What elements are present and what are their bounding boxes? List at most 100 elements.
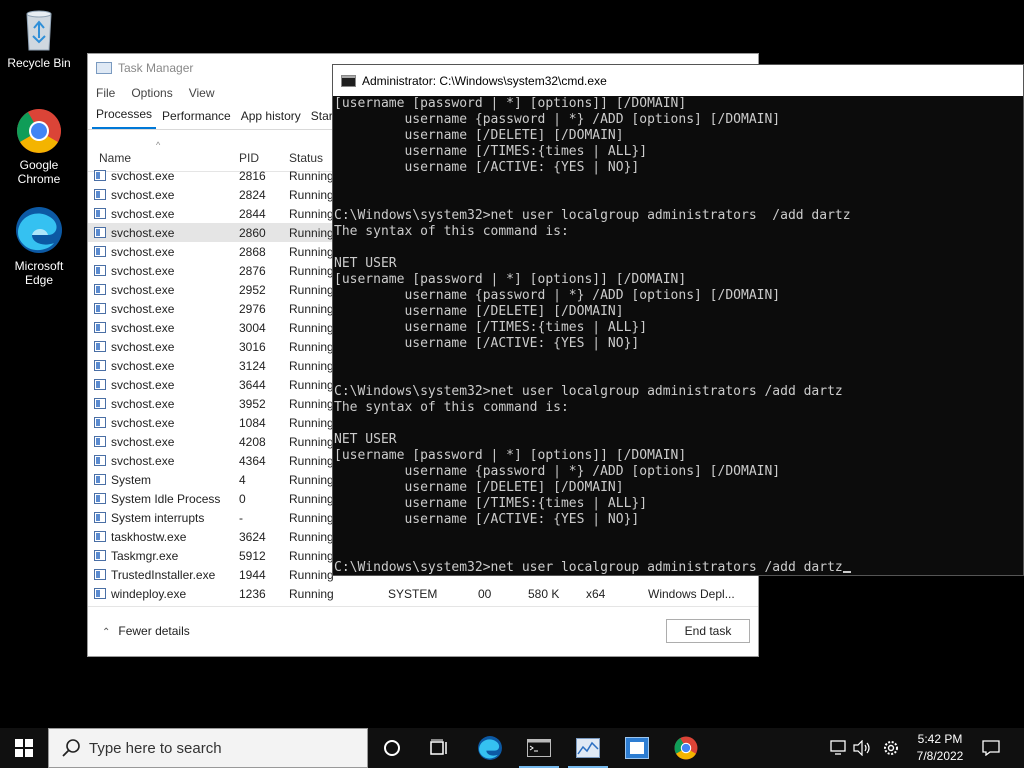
taskbar-edge[interactable] bbox=[466, 728, 514, 768]
task-manager-icon bbox=[576, 738, 600, 758]
cell-status: Running bbox=[289, 397, 334, 411]
tab-processes[interactable]: Processes bbox=[92, 107, 157, 129]
task-view-icon bbox=[430, 739, 447, 755]
menu-view[interactable]: View bbox=[189, 86, 215, 100]
desktop-icon-microsoft-edge[interactable]: Microsoft Edge bbox=[1, 205, 77, 287]
start-button[interactable] bbox=[0, 728, 48, 768]
column-name[interactable]: Name bbox=[99, 151, 131, 165]
cell-pid: 4364 bbox=[239, 454, 266, 468]
cell-name: svchost.exe bbox=[111, 207, 175, 221]
network-icon[interactable] bbox=[828, 728, 850, 768]
cell-pid: 0 bbox=[239, 492, 246, 506]
cell-pid: 5912 bbox=[239, 549, 266, 563]
console-line: username {password | *} /ADD [options] [… bbox=[334, 112, 781, 127]
settings-icon[interactable] bbox=[879, 728, 903, 768]
cell-status: Running bbox=[289, 321, 334, 335]
taskbar: Type here to search 5:42 PM 7/8/2022 bbox=[0, 728, 1024, 768]
desktop-icon-label: Microsoft Edge bbox=[14, 259, 64, 287]
task-view-button[interactable] bbox=[416, 728, 464, 768]
cell-pid: 2860 bbox=[239, 226, 266, 240]
console-line: username [/DELETE] [/DOMAIN] bbox=[334, 128, 624, 143]
text-cursor bbox=[842, 571, 851, 573]
taskbar-file-explorer[interactable] bbox=[613, 728, 661, 768]
taskbar-clock[interactable]: 5:42 PM 7/8/2022 bbox=[908, 731, 972, 765]
cell-memory: 580 K bbox=[528, 587, 560, 601]
desktop-icon-recycle-bin[interactable]: Recycle Bin bbox=[1, 8, 77, 70]
process-icon bbox=[94, 246, 106, 257]
taskbar-task-manager[interactable] bbox=[564, 728, 612, 768]
cell-name: System bbox=[111, 473, 152, 487]
tab-app-history[interactable]: App history bbox=[237, 109, 305, 129]
process-icon bbox=[94, 550, 106, 561]
cell-status: Running bbox=[289, 226, 334, 240]
process-icon bbox=[94, 341, 106, 352]
cell-pid: 3124 bbox=[239, 359, 266, 373]
menu-file[interactable]: File bbox=[96, 86, 115, 100]
cell-name: svchost.exe bbox=[111, 435, 175, 449]
cell-name: svchost.exe bbox=[111, 188, 175, 202]
console-line: username [/DELETE] [/DOMAIN] bbox=[334, 304, 624, 319]
cell-status: Running bbox=[289, 302, 334, 316]
console-line: [username [password | *] [options]] [/DO… bbox=[334, 96, 687, 111]
column-pid[interactable]: PID bbox=[239, 151, 259, 165]
cell-status: Running bbox=[289, 169, 334, 183]
process-icon bbox=[94, 360, 106, 371]
cell-status: Running bbox=[289, 454, 334, 468]
cell-name: Taskmgr.exe bbox=[111, 549, 179, 563]
process-icon bbox=[94, 588, 106, 599]
cell-name: taskhostw.exe bbox=[111, 530, 187, 544]
volume-icon[interactable] bbox=[852, 728, 874, 768]
console-line: NET USER bbox=[334, 256, 397, 271]
cell-status: Running bbox=[289, 378, 334, 392]
cell-status: Running bbox=[289, 587, 334, 601]
taskbar-command-prompt[interactable] bbox=[515, 728, 563, 768]
tab-performance[interactable]: Performance bbox=[158, 109, 235, 129]
cortana-button[interactable] bbox=[368, 728, 416, 768]
sort-arrow-icon: ^ bbox=[156, 140, 161, 150]
process-icon bbox=[94, 189, 106, 200]
cell-name: svchost.exe bbox=[111, 359, 175, 373]
cell-pid: - bbox=[239, 511, 243, 525]
notification-icon[interactable] bbox=[978, 728, 1004, 768]
cmd-titlebar[interactable]: Administrator: C:\Windows\system32\cmd.e… bbox=[333, 65, 1023, 96]
cell-pid: 3004 bbox=[239, 321, 266, 335]
cell-name: svchost.exe bbox=[111, 264, 175, 278]
cell-pid: 2952 bbox=[239, 283, 266, 297]
console-line: The syntax of this command is: bbox=[334, 224, 569, 239]
end-task-button[interactable]: End task bbox=[666, 619, 750, 643]
fewer-details-button[interactable]: ⌃ Fewer details bbox=[102, 624, 190, 638]
cell-status: Running bbox=[289, 435, 334, 449]
command-prompt-icon bbox=[527, 739, 551, 757]
command-prompt-window[interactable]: Administrator: C:\Windows\system32\cmd.e… bbox=[332, 64, 1024, 576]
process-icon bbox=[94, 493, 106, 504]
search-placeholder: Type here to search bbox=[89, 739, 222, 757]
cell-name: svchost.exe bbox=[111, 283, 175, 297]
cell-status: Running bbox=[289, 245, 334, 259]
process-icon bbox=[94, 379, 106, 390]
process-icon bbox=[94, 170, 106, 181]
cell-status: Running bbox=[289, 473, 334, 487]
console-output[interactable]: [username [password | *] [options]] [/DO… bbox=[334, 96, 1024, 575]
console-line: username {password | *} /ADD [options] [… bbox=[334, 464, 781, 479]
cell-name: svchost.exe bbox=[111, 321, 175, 335]
clock-time: 5:42 PM bbox=[917, 732, 963, 746]
menu-options[interactable]: Options bbox=[131, 86, 172, 100]
taskbar-google-chrome[interactable] bbox=[662, 728, 710, 768]
column-status[interactable]: Status bbox=[289, 151, 323, 165]
edge-icon bbox=[478, 736, 502, 760]
table-row[interactable]: windeploy.exe 1236 Running SYSTEM 00 580 K x64… bbox=[88, 584, 758, 603]
window-title: Task Manager bbox=[118, 61, 194, 75]
console-line: username [/TIMES:{times | ALL}] bbox=[334, 144, 648, 159]
process-icon bbox=[94, 284, 106, 295]
process-icon bbox=[94, 265, 106, 276]
chrome-icon bbox=[17, 109, 61, 153]
cell-pid: 2976 bbox=[239, 302, 266, 316]
process-icon bbox=[94, 303, 106, 314]
fewer-details-label: Fewer details bbox=[118, 624, 190, 638]
console-line: username [/DELETE] [/DOMAIN] bbox=[334, 480, 624, 495]
clock-date: 7/8/2022 bbox=[916, 749, 964, 763]
desktop-icon-google-chrome[interactable]: Google Chrome bbox=[1, 108, 77, 186]
taskbar-search-box[interactable]: Type here to search bbox=[48, 728, 368, 768]
task-manager-icon bbox=[96, 62, 112, 74]
cell-name: TrustedInstaller.exe bbox=[111, 568, 216, 582]
